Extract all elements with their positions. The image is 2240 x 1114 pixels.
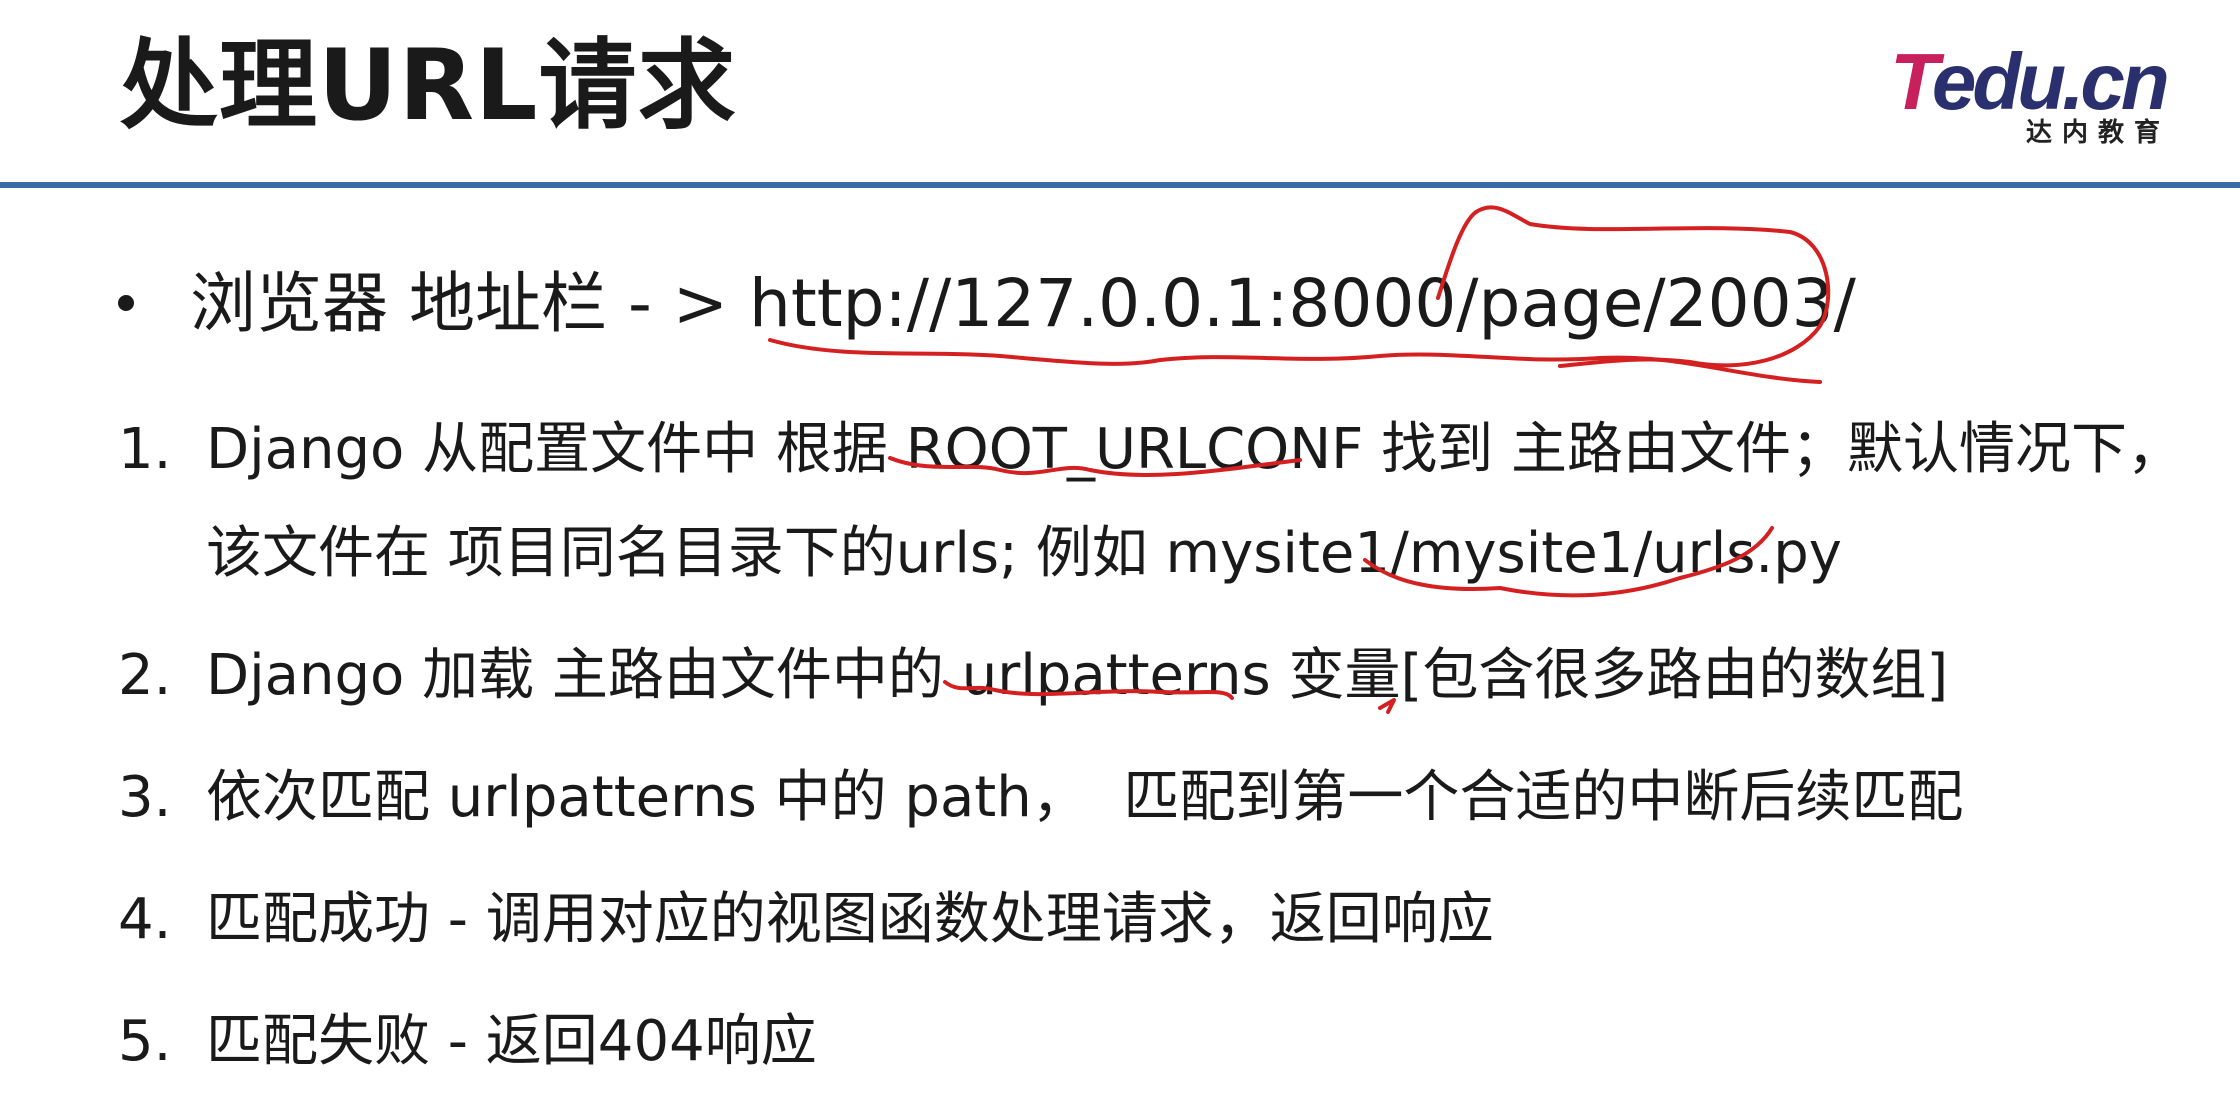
step-text: Django 加载 主路由文件中的 urlpatterns 变量[包含很多路由的… (206, 643, 1949, 708)
step-number: 1. (118, 417, 172, 482)
step-text: Django 从配置文件中 根据 ROOT_URLCONF 找到 主路由文件；默… (206, 417, 2183, 586)
step-item: 1. Django 从配置文件中 根据 ROOT_URLCONF 找到 主路由文… (118, 398, 2198, 606)
step-number: 4. (118, 887, 172, 952)
step-item: 4. 匹配成功 - 调用对应的视图函数处理请求，返回响应 (118, 868, 2198, 972)
logo-t: T (1890, 37, 1936, 126)
steps-list: 1. Django 从配置文件中 根据 ROOT_URLCONF 找到 主路由文… (118, 398, 2198, 1112)
step-number: 3. (118, 765, 172, 830)
slide: 处理URL请求 Tedu.cn 达内教育 浏览器 地址栏 - > http://… (0, 0, 2240, 1114)
step-text: 依次匹配 urlpatterns 中的 path， 匹配到第一个合适的中断后续匹… (206, 765, 1964, 830)
step-number: 5. (118, 1009, 172, 1074)
annotation-url-underline (768, 338, 1822, 384)
logo-subtitle: 达内教育 (2025, 118, 2170, 148)
step-number: 2. (118, 643, 172, 708)
logo-wordmark: Tedu.cn (1890, 42, 2170, 122)
bullet-text: 浏览器 地址栏 - > http://127.0.0.1:8000/page/2… (190, 265, 1856, 342)
step-item: 5. 匹配失败 - 返回404响应 (118, 990, 2198, 1094)
step-text: 匹配失败 - 返回404响应 (206, 1009, 817, 1074)
slide-title: 处理URL请求 (120, 29, 737, 143)
tedu-logo: Tedu.cn 达内教育 (1890, 42, 2180, 149)
bullet-dot-icon (118, 294, 134, 311)
step-item: 3. 依次匹配 urlpatterns 中的 path， 匹配到第一个合适的中断… (118, 746, 2198, 850)
bullet-url-line: 浏览器 地址栏 - > http://127.0.0.1:8000/page/2… (118, 264, 1856, 343)
header-divider (0, 182, 2240, 188)
step-text: 匹配成功 - 调用对应的视图函数处理请求，返回响应 (206, 887, 1494, 952)
step-item: 2. Django 加载 主路由文件中的 urlpatterns 变量[包含很多… (118, 624, 2198, 728)
